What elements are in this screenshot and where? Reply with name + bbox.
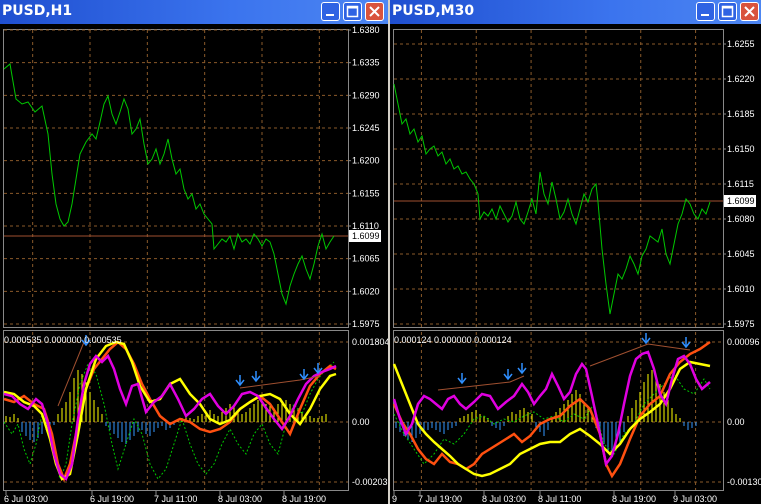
price-tick-label: 1.6010 [727, 284, 755, 294]
price-tick-label: 1.5975 [352, 319, 380, 329]
title-bar[interactable]: PUSD,H1 [0, 0, 388, 24]
price-tick-label: 1.6115 [727, 179, 754, 189]
price-tick-label: 1.6020 [352, 286, 380, 296]
time-tick-label: 6 Jul 03:00 [4, 494, 48, 504]
close-icon [744, 6, 755, 17]
title-bar[interactable]: PUSD,M30 [390, 0, 761, 24]
indicator-tick-label: -0.00130 [727, 477, 761, 487]
price-tick-label: 1.6290 [352, 90, 380, 100]
minimize-icon [326, 14, 334, 16]
time-tick-label: 8 Jul 11:00 [538, 494, 581, 504]
time-tick-label: 7 Jul 19:00 [418, 494, 462, 504]
close-button[interactable] [740, 2, 759, 21]
chart-window-h1[interactable]: PUSD,H1 1.6380 1.6335 1.6290 1.6245 1.6200 1.… [0, 0, 388, 504]
minimize-button[interactable] [696, 2, 715, 21]
price-tick-label: 1.6080 [727, 214, 755, 224]
price-tick-label: 1.6380 [352, 25, 380, 35]
minimize-icon [701, 14, 709, 16]
indicator-label: 0.000535 0.000000 0.000535 [4, 335, 122, 345]
maximize-button[interactable] [343, 2, 362, 21]
indicator-tick-label: 0.00 [727, 417, 745, 427]
window-title: PUSD,M30 [392, 3, 475, 19]
price-tick-label: 1.6150 [727, 144, 755, 154]
close-button[interactable] [365, 2, 384, 21]
time-tick-label: 7 Jul 11:00 [154, 494, 197, 504]
price-tick-label: 1.6045 [727, 249, 755, 259]
indicator-tick-label: -0.00203 [352, 477, 388, 487]
indicator-tick-label: 0.00096 [727, 337, 760, 347]
price-tick-label: 1.6220 [727, 74, 755, 84]
time-tick-label: 8 Jul 19:00 [282, 494, 326, 504]
minimize-button[interactable] [321, 2, 340, 21]
price-tick-label: 1.6110 [352, 221, 379, 231]
maximize-button[interactable] [718, 2, 737, 21]
price-tick-label: 1.6200 [352, 156, 380, 166]
chart-window-m30[interactable]: PUSD,M30 1.6255 1.6220 1.6185 1.6150 1.6115 1… [390, 0, 761, 504]
maximize-icon [721, 5, 734, 18]
indicator-tick-label: 0.00 [352, 417, 370, 427]
price-tick-label: 1.6155 [352, 188, 380, 198]
window-title: PUSD,H1 [2, 3, 73, 19]
price-tick-label: 1.6335 [352, 58, 380, 68]
time-tick-label: 8 Jul 03:00 [482, 494, 526, 504]
current-price-label: 1.6099 [352, 231, 380, 241]
time-tick-label: 9 [392, 494, 397, 504]
time-tick-label: 6 Jul 19:00 [90, 494, 134, 504]
price-tick-label: 1.6245 [352, 123, 380, 133]
price-tick-label: 1.5975 [727, 319, 755, 329]
close-icon [369, 6, 380, 17]
chart-area[interactable]: 1.6255 1.6220 1.6185 1.6150 1.6115 1.6080 1.60… [390, 24, 761, 504]
price-tick-label: 1.6065 [352, 254, 380, 264]
chart-area[interactable]: 1.6380 1.6335 1.6290 1.6245 1.6200 1.6155 1.61… [0, 24, 388, 504]
current-price-label: 1.6099 [727, 196, 755, 206]
time-tick-label: 8 Jul 19:00 [612, 494, 656, 504]
indicator-tick-label: 0.001804 [352, 337, 388, 347]
time-tick-label: 8 Jul 03:00 [218, 494, 262, 504]
time-tick-label: 9 Jul 03:00 [673, 494, 717, 504]
price-tick-label: 1.6255 [727, 39, 755, 49]
maximize-icon [346, 5, 359, 18]
indicator-label: 0.000124 0.000000 0.000124 [394, 335, 512, 345]
price-axis: 1.6255 1.6220 1.6185 1.6150 1.6115 1.6080 1.60… [723, 39, 755, 329]
price-tick-label: 1.6185 [727, 109, 755, 119]
